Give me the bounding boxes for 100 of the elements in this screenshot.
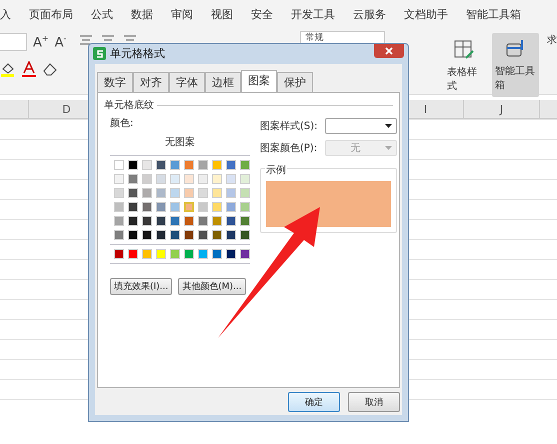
font-size-button[interactable]: A$^{-}$: [54, 34, 66, 50]
color-swatch[interactable]: [184, 160, 194, 170]
toolbar-label[interactable]: 求: [547, 33, 557, 47]
color-swatch[interactable]: [170, 249, 180, 259]
color-swatch[interactable]: [156, 188, 166, 198]
color-swatch[interactable]: [128, 202, 138, 212]
color-swatch[interactable]: [198, 249, 208, 259]
color-swatch[interactable]: [212, 230, 222, 240]
color-swatch[interactable]: [170, 216, 180, 226]
color-swatch[interactable]: [240, 249, 250, 259]
table-style-icon[interactable]: [452, 39, 475, 61]
color-swatch[interactable]: [114, 174, 124, 184]
color-swatch[interactable]: [198, 160, 208, 170]
ok-button[interactable]: 确定: [288, 392, 340, 412]
color-swatch[interactable]: [114, 230, 124, 240]
dialog-tab[interactable]: 对齐: [133, 72, 169, 92]
color-swatch[interactable]: [142, 160, 152, 170]
more-colors-button[interactable]: 其他颜色(M)...: [178, 278, 246, 295]
color-swatch[interactable]: [212, 202, 222, 212]
color-swatch[interactable]: [170, 202, 180, 212]
menu-tab[interactable]: 智能工具箱: [457, 6, 530, 22]
color-swatch[interactable]: [128, 174, 138, 184]
color-swatch[interactable]: [156, 230, 166, 240]
menu-tab[interactable]: 入: [0, 6, 20, 22]
color-swatch[interactable]: [156, 216, 166, 226]
color-swatch[interactable]: [198, 202, 208, 212]
color-swatch[interactable]: [114, 216, 124, 226]
close-button[interactable]: [374, 44, 404, 58]
column-header[interactable]: J: [464, 100, 540, 118]
color-swatch[interactable]: [240, 188, 250, 198]
color-swatch[interactable]: [156, 160, 166, 170]
color-swatch[interactable]: [198, 188, 208, 198]
color-swatch[interactable]: [142, 174, 152, 184]
dialog-tab[interactable]: 图案: [241, 70, 277, 92]
menu-tab[interactable]: 文档助手: [395, 6, 457, 22]
color-swatch[interactable]: [184, 174, 194, 184]
table-style-button[interactable]: 表格样式: [447, 65, 480, 93]
color-swatch[interactable]: [226, 188, 236, 198]
menu-tab[interactable]: 公式: [82, 6, 122, 22]
color-swatch[interactable]: [198, 216, 208, 226]
menu-tab[interactable]: 安全: [242, 6, 282, 22]
color-swatch[interactable]: [184, 230, 194, 240]
color-swatch[interactable]: [128, 160, 138, 170]
color-swatch[interactable]: [170, 230, 180, 240]
color-swatch[interactable]: [212, 216, 222, 226]
color-swatch[interactable]: [142, 230, 152, 240]
font-size-field[interactable]: [0, 33, 27, 51]
color-swatch[interactable]: [114, 160, 124, 170]
color-swatch[interactable]: [128, 188, 138, 198]
cancel-button[interactable]: 取消: [348, 392, 400, 412]
color-swatch[interactable]: [142, 202, 152, 212]
color-swatch[interactable]: [156, 202, 166, 212]
eraser-icon[interactable]: [42, 61, 58, 77]
no-pattern-option[interactable]: 无图案: [165, 135, 195, 149]
color-swatch[interactable]: [240, 160, 250, 170]
font-color-icon[interactable]: [22, 61, 36, 77]
color-swatch[interactable]: [226, 202, 236, 212]
dialog-tab[interactable]: 字体: [169, 72, 205, 92]
menu-tab[interactable]: 数据: [122, 6, 162, 22]
menu-tab[interactable]: 视图: [202, 6, 242, 22]
color-swatch[interactable]: [184, 188, 194, 198]
color-swatch[interactable]: [114, 249, 124, 259]
color-swatch[interactable]: [198, 174, 208, 184]
color-swatch[interactable]: [240, 174, 250, 184]
color-swatch[interactable]: [198, 230, 208, 240]
pattern-style-dropdown[interactable]: [325, 118, 397, 134]
color-swatch[interactable]: [226, 160, 236, 170]
menu-tab[interactable]: 页面布局: [20, 6, 82, 22]
color-swatch[interactable]: [170, 174, 180, 184]
color-swatch[interactable]: [142, 249, 152, 259]
color-swatch[interactable]: [128, 216, 138, 226]
color-swatch[interactable]: [240, 216, 250, 226]
color-swatch[interactable]: [226, 174, 236, 184]
color-swatch[interactable]: [184, 202, 194, 212]
color-swatch[interactable]: [226, 249, 236, 259]
align-icon[interactable]: [78, 33, 94, 47]
color-swatch[interactable]: [184, 216, 194, 226]
color-swatch[interactable]: [226, 230, 236, 240]
color-swatch[interactable]: [114, 188, 124, 198]
dialog-tab[interactable]: 边框: [205, 72, 241, 92]
color-swatch[interactable]: [128, 249, 138, 259]
color-swatch[interactable]: [170, 160, 180, 170]
menu-tab[interactable]: 开发工具: [282, 6, 344, 22]
color-swatch[interactable]: [156, 174, 166, 184]
fill-color-icon[interactable]: [0, 61, 16, 77]
color-swatch[interactable]: [170, 188, 180, 198]
color-swatch[interactable]: [184, 249, 194, 259]
color-swatch[interactable]: [240, 230, 250, 240]
color-swatch[interactable]: [128, 230, 138, 240]
color-swatch[interactable]: [212, 249, 222, 259]
menu-tab[interactable]: 云服务: [344, 6, 395, 22]
color-swatch[interactable]: [226, 216, 236, 226]
color-swatch[interactable]: [212, 174, 222, 184]
menu-tab[interactable]: 审阅: [162, 6, 202, 22]
color-swatch[interactable]: [212, 160, 222, 170]
color-swatch[interactable]: [156, 249, 166, 259]
color-swatch[interactable]: [114, 202, 124, 212]
fill-effects-button[interactable]: 填充效果(I)...: [110, 278, 172, 295]
color-swatch[interactable]: [240, 202, 250, 212]
dialog-tab[interactable]: 保护: [277, 72, 313, 92]
